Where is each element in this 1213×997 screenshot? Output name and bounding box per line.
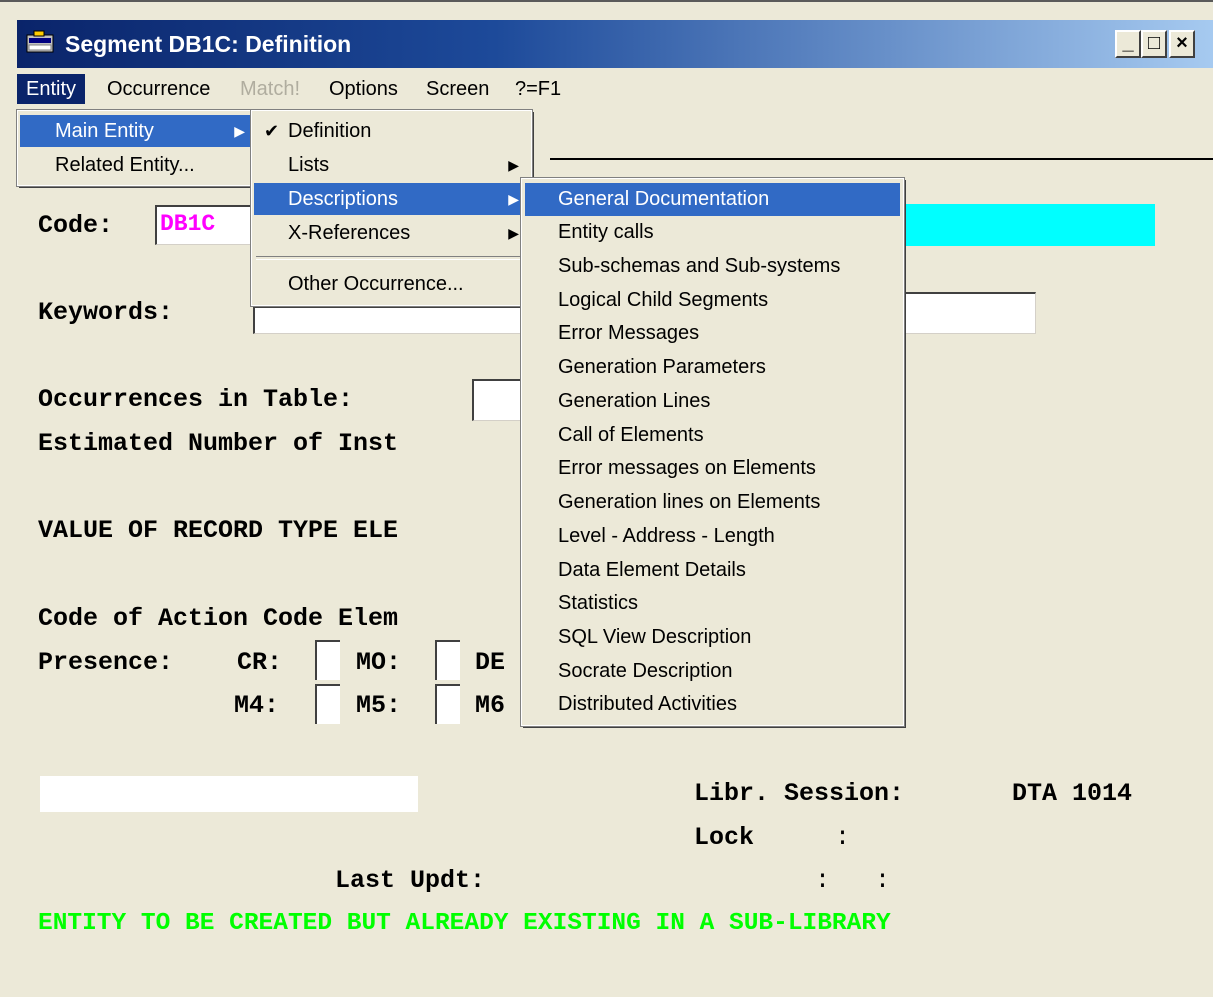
submenu-arrow-icon: ▶ [508, 225, 519, 241]
descriptions-menu: General Documentation Entity calls Sub-s… [520, 177, 905, 727]
app-icon [26, 30, 54, 54]
libr-session-label: Libr. Session: [694, 779, 905, 808]
m4-checkbox[interactable] [315, 684, 340, 724]
keywords-label: Keywords: [38, 298, 174, 327]
title-bar[interactable]: Segment DB1C: Definition _ □ × [17, 20, 1213, 68]
record-type-label: VALUE OF RECORD TYPE ELE [38, 516, 399, 545]
code-value: DB1C [160, 211, 216, 237]
close-button[interactable]: × [1169, 30, 1195, 58]
menu-help[interactable]: ?=F1 [506, 74, 570, 104]
menu-item-error-messages-on-elements[interactable]: Error messages on Elements [525, 452, 900, 485]
m4-label: M4: [234, 691, 280, 720]
menu-item-call-of-elements[interactable]: Call of Elements [525, 419, 900, 452]
menu-item-sub-schemas[interactable]: Sub-schemas and Sub-systems [525, 250, 900, 283]
presence-label: Presence: [38, 648, 174, 677]
menu-item-generation-lines-on-elements[interactable]: Generation lines on Elements [525, 486, 900, 519]
mo-label: MO: [356, 648, 402, 677]
menu-item-data-element-details[interactable]: Data Element Details [525, 554, 900, 587]
checkmark-icon: ✔ [264, 121, 280, 141]
m6-label: M6 [475, 691, 506, 720]
menu-item-lists[interactable]: Lists ▶ [254, 149, 529, 181]
menu-item-main-entity[interactable]: Main Entity ▶ [20, 115, 255, 147]
menu-item-entity-calls[interactable]: Entity calls [525, 216, 900, 249]
m5-label: M5: [356, 691, 402, 720]
menu-item-general-documentation[interactable]: General Documentation [525, 183, 900, 216]
code-field[interactable]: DB1C [155, 205, 255, 245]
main-entity-menu: ✔ Definition Lists ▶ Descriptions ▶ X-Re… [250, 109, 533, 307]
menu-screen[interactable]: Screen [417, 74, 498, 104]
occurrences-label: Occurrences in Table: [38, 385, 354, 414]
cr-label: CR: [237, 648, 283, 677]
de-label: DE [475, 648, 506, 677]
separator-line [550, 158, 1213, 160]
minimize-button[interactable]: _ [1115, 30, 1141, 58]
entity-menu: Main Entity ▶ Related Entity... [16, 109, 259, 187]
window-title: Segment DB1C: Definition [65, 31, 352, 57]
menu-item-definition[interactable]: ✔ Definition [254, 115, 529, 147]
menu-item-sql-view-description[interactable]: SQL View Description [525, 621, 900, 654]
menu-item-logical-child-segments[interactable]: Logical Child Segments [525, 284, 900, 317]
last-updt-value: : : [815, 866, 891, 895]
libr-session-value: DTA 1014 [1012, 779, 1133, 808]
menu-item-other-occurrence[interactable]: Other Occurrence... [254, 268, 529, 300]
menu-item-related-entity[interactable]: Related Entity... [20, 149, 255, 181]
menu-entity[interactable]: Entity [17, 74, 86, 104]
lock-label: Lock [694, 823, 755, 852]
menu-item-error-messages[interactable]: Error Messages [525, 317, 900, 350]
last-updt-label: Last Updt: [335, 866, 486, 895]
menu-item-generation-parameters[interactable]: Generation Parameters [525, 351, 900, 384]
action-code-label: Code of Action Code Elem [38, 604, 399, 633]
menu-occurrence[interactable]: Occurrence [98, 74, 219, 104]
status-message: ENTITY TO BE CREATED BUT ALREADY EXISTIN… [38, 910, 891, 937]
submenu-arrow-icon: ▶ [508, 191, 519, 207]
code-label: Code: [38, 211, 114, 240]
cr-checkbox[interactable] [315, 640, 340, 680]
blank-field[interactable] [40, 776, 418, 812]
lock-colon: : [835, 823, 851, 852]
menu-item-statistics[interactable]: Statistics [525, 587, 900, 620]
menu-separator [256, 256, 527, 260]
mo-checkbox[interactable] [435, 640, 460, 680]
menu-item-descriptions[interactable]: Descriptions ▶ [254, 183, 529, 215]
menu-item-generation-lines[interactable]: Generation Lines [525, 385, 900, 418]
maximize-button[interactable]: □ [1141, 30, 1167, 58]
menu-item-distributed-activities[interactable]: Distributed Activities [525, 688, 900, 721]
cyan-field[interactable] [895, 204, 1155, 246]
menu-bar: Entity Occurrence Match! Options Screen … [17, 68, 1213, 110]
menu-options[interactable]: Options [320, 74, 407, 104]
window-top-border [0, 0, 1213, 20]
menu-item-level-address-length[interactable]: Level - Address - Length [525, 520, 900, 553]
menu-match[interactable]: Match! [231, 74, 309, 104]
m5-checkbox[interactable] [435, 684, 460, 724]
estimated-label: Estimated Number of Inst [38, 429, 399, 458]
menu-item-x-references[interactable]: X-References ▶ [254, 217, 529, 249]
submenu-arrow-icon: ▶ [508, 157, 519, 173]
submenu-arrow-icon: ▶ [234, 123, 245, 139]
menu-item-socrate-description[interactable]: Socrate Description [525, 655, 900, 688]
